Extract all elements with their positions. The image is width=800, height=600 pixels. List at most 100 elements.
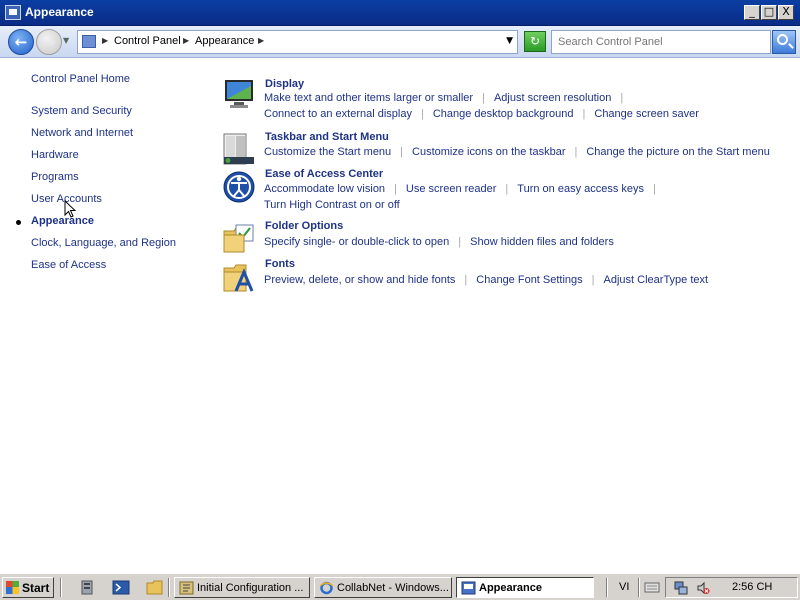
search-button[interactable] bbox=[772, 30, 796, 54]
search-input[interactable] bbox=[552, 31, 770, 53]
title-bar[interactable]: Appearance _ □ X bbox=[0, 0, 800, 26]
link-customize-start-menu[interactable]: Customize the Start menu bbox=[264, 146, 391, 158]
link-high-contrast[interactable]: Turn High Contrast on or off bbox=[264, 199, 400, 211]
breadcrumb-chevron-icon[interactable]: ▶ bbox=[102, 36, 108, 45]
start-label: Start bbox=[22, 581, 50, 595]
maximize-button[interactable]: □ bbox=[761, 5, 777, 20]
link-start-menu-picture[interactable]: Change the picture on the Start menu bbox=[586, 146, 769, 158]
refresh-button[interactable]: ↻ bbox=[524, 31, 546, 52]
link-preview-fonts[interactable]: Preview, delete, or show and hide fonts bbox=[264, 274, 455, 286]
taskbar-separator bbox=[606, 578, 608, 597]
sidebar-item-control-panel-home[interactable]: Control Panel Home bbox=[31, 73, 130, 85]
folder-options-icon bbox=[223, 224, 254, 253]
category-fonts-row: Preview, delete, or show and hide fonts |… bbox=[264, 274, 708, 286]
link-screen-reader[interactable]: Use screen reader bbox=[406, 183, 497, 195]
minimize-button[interactable]: _ bbox=[744, 5, 760, 20]
window-title: Appearance bbox=[25, 5, 94, 19]
main-content: Display Make text and other items larger… bbox=[210, 58, 800, 573]
breadcrumb-control-panel[interactable]: Control Panel bbox=[114, 35, 181, 47]
link-separator: | bbox=[574, 146, 578, 158]
sidebar-item-system-security[interactable]: System and Security bbox=[31, 105, 132, 117]
category-display-row: Make text and other items larger or smal… bbox=[264, 92, 632, 104]
search-box[interactable] bbox=[551, 30, 771, 54]
taskbar-button-label: CollabNet - Windows... bbox=[337, 582, 449, 594]
link-separator: | bbox=[394, 183, 397, 195]
refresh-icon: ↻ bbox=[529, 34, 541, 48]
sidebar-item-network-internet[interactable]: Network and Internet bbox=[31, 127, 133, 139]
sidebar-item-hardware[interactable]: Hardware bbox=[31, 149, 79, 161]
keyboard-icon[interactable] bbox=[644, 580, 660, 594]
link-hidden-files[interactable]: Show hidden files and folders bbox=[470, 236, 614, 248]
clock[interactable]: 2:56 CH bbox=[732, 581, 772, 593]
language-indicator[interactable]: VI bbox=[619, 581, 629, 593]
taskbar: Start Initial Configuration ... CollabNe… bbox=[0, 573, 800, 600]
category-taskbar-row: Customize the Start menu | Customize icons… bbox=[264, 146, 770, 158]
link-separator: | bbox=[591, 274, 595, 286]
link-screen-saver[interactable]: Change screen saver bbox=[594, 108, 699, 120]
fonts-icon bbox=[223, 264, 254, 292]
ie-icon bbox=[319, 581, 334, 595]
taskbar-button-initial-configuration[interactable]: Initial Configuration ... bbox=[174, 577, 310, 598]
control-panel-icon bbox=[461, 581, 476, 595]
link-cleartype[interactable]: Adjust ClearType text bbox=[604, 274, 709, 286]
control-panel-icon bbox=[5, 5, 21, 20]
link-single-double-click[interactable]: Specify single- or double-click to open bbox=[264, 236, 449, 248]
category-fonts-title[interactable]: Fonts bbox=[265, 258, 295, 270]
category-display-title[interactable]: Display bbox=[265, 78, 304, 90]
network-icon[interactable] bbox=[674, 581, 688, 595]
close-button[interactable]: X bbox=[778, 5, 794, 20]
system-tray: 2:56 CH bbox=[665, 577, 798, 598]
sidebar-item-clock-language-region[interactable]: Clock, Language, and Region bbox=[31, 237, 176, 249]
config-icon bbox=[179, 581, 194, 595]
breadcrumb-appearance[interactable]: Appearance bbox=[195, 35, 254, 47]
category-ease-of-access-title[interactable]: Ease of Access Center bbox=[265, 168, 383, 180]
link-separator: | bbox=[582, 108, 586, 120]
link-low-vision[interactable]: Accommodate low vision bbox=[264, 183, 385, 195]
forward-arrow-icon: → bbox=[42, 33, 56, 51]
link-easy-access-keys[interactable]: Turn on easy access keys bbox=[517, 183, 644, 195]
taskbar-separator bbox=[638, 578, 640, 597]
link-font-settings[interactable]: Change Font Settings bbox=[476, 274, 582, 286]
link-separator: | bbox=[464, 274, 468, 286]
taskbar-icon bbox=[223, 133, 254, 165]
back-arrow-icon: ← bbox=[14, 33, 28, 51]
breadcrumb-chevron-icon[interactable]: ▶ bbox=[183, 36, 189, 45]
volume-muted-icon[interactable] bbox=[696, 581, 710, 595]
sidebar-item-ease-of-access[interactable]: Ease of Access bbox=[31, 259, 106, 271]
sidebar-item-programs[interactable]: Programs bbox=[31, 171, 79, 183]
taskbar-separator bbox=[168, 578, 170, 597]
mouse-cursor-icon bbox=[64, 200, 76, 218]
sidebar-item-appearance[interactable]: Appearance bbox=[31, 215, 94, 227]
taskbar-button-collabnet[interactable]: CollabNet - Windows... bbox=[314, 577, 452, 598]
control-panel-icon bbox=[82, 35, 96, 48]
category-ease-of-access-row: Turn High Contrast on or off bbox=[264, 199, 400, 211]
link-separator: | bbox=[400, 146, 404, 158]
back-button[interactable]: ← bbox=[8, 29, 34, 55]
sidebar: Control Panel Home System and Security N… bbox=[0, 58, 210, 573]
category-display-row: Connect to an external display | Change de… bbox=[264, 108, 699, 120]
category-folder-options-title[interactable]: Folder Options bbox=[265, 220, 343, 232]
powershell-icon[interactable] bbox=[112, 579, 130, 596]
search-icon bbox=[777, 34, 788, 45]
link-external-display[interactable]: Connect to an external display bbox=[264, 108, 412, 120]
taskbar-separator bbox=[60, 578, 62, 597]
server-manager-icon[interactable] bbox=[79, 579, 97, 596]
forward-button[interactable]: → bbox=[36, 29, 62, 55]
link-separator: | bbox=[653, 183, 656, 195]
link-desktop-background[interactable]: Change desktop background bbox=[433, 108, 574, 120]
breadcrumb[interactable]: ▶ Control Panel ▶ Appearance ▶ ▼ bbox=[77, 30, 518, 54]
link-adjust-resolution[interactable]: Adjust screen resolution bbox=[494, 92, 611, 104]
breadcrumb-chevron-icon[interactable]: ▶ bbox=[258, 36, 264, 45]
taskbar-button-appearance[interactable]: Appearance bbox=[456, 577, 594, 598]
link-customize-taskbar-icons[interactable]: Customize icons on the taskbar bbox=[412, 146, 565, 158]
link-separator: | bbox=[505, 183, 509, 195]
explorer-folder-icon[interactable] bbox=[146, 579, 164, 596]
link-make-text-larger[interactable]: Make text and other items larger or smal… bbox=[264, 92, 473, 104]
recent-pages-chevron-icon[interactable]: ▼ bbox=[63, 36, 69, 45]
start-button[interactable]: Start bbox=[2, 577, 54, 598]
category-taskbar-title[interactable]: Taskbar and Start Menu bbox=[265, 131, 389, 143]
link-separator: | bbox=[620, 92, 624, 104]
category-ease-of-access-row: Accommodate low vision | Use screen reader… bbox=[264, 183, 665, 195]
address-dropdown-icon[interactable]: ▼ bbox=[506, 36, 513, 46]
taskbar-button-label: Appearance bbox=[479, 582, 542, 594]
